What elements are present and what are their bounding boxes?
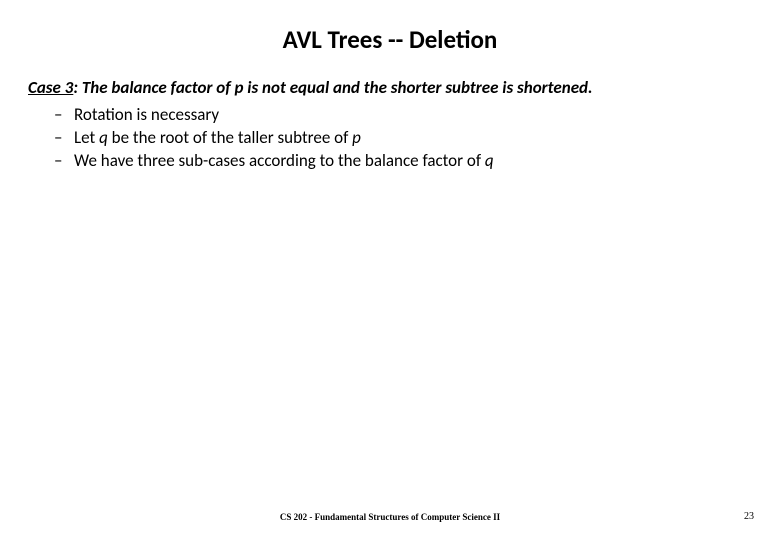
bullet-3-var-q: q: [485, 150, 494, 171]
footer-center: CS 202 - Fundamental Structures of Compu…: [0, 512, 780, 522]
bullet-2-text-a: Let: [74, 127, 99, 148]
bullet-3-text-a: We have three sub-cases according to the…: [74, 150, 485, 171]
case-desc-suffix: is not equal and the shorter subtree is …: [243, 77, 592, 98]
case-desc-prefix: : The balance factor of: [73, 77, 234, 98]
bullet-1-text: Rotation is necessary: [74, 104, 219, 125]
footer-page-number: 23: [744, 511, 754, 522]
bullet-1: Rotation is necessary: [74, 104, 752, 127]
slide-container: AVL Trees -- Deletion Case 3: The balanc…: [0, 0, 780, 540]
slide-title: AVL Trees -- Deletion: [28, 24, 752, 55]
bullet-list: Rotation is necessary Let q be the root …: [28, 104, 752, 173]
bullet-2-text-b: be the root of the taller subtree of: [108, 127, 352, 148]
case-heading: Case 3: The balance factor of p is not e…: [28, 77, 752, 98]
case-label: Case 3: [28, 77, 73, 98]
bullet-2-var-q: q: [99, 127, 108, 148]
bullet-2-var-p: p: [352, 127, 361, 148]
bullet-2: Let q be the root of the taller subtree …: [74, 127, 752, 150]
bullet-3: We have three sub-cases according to the…: [74, 150, 752, 173]
